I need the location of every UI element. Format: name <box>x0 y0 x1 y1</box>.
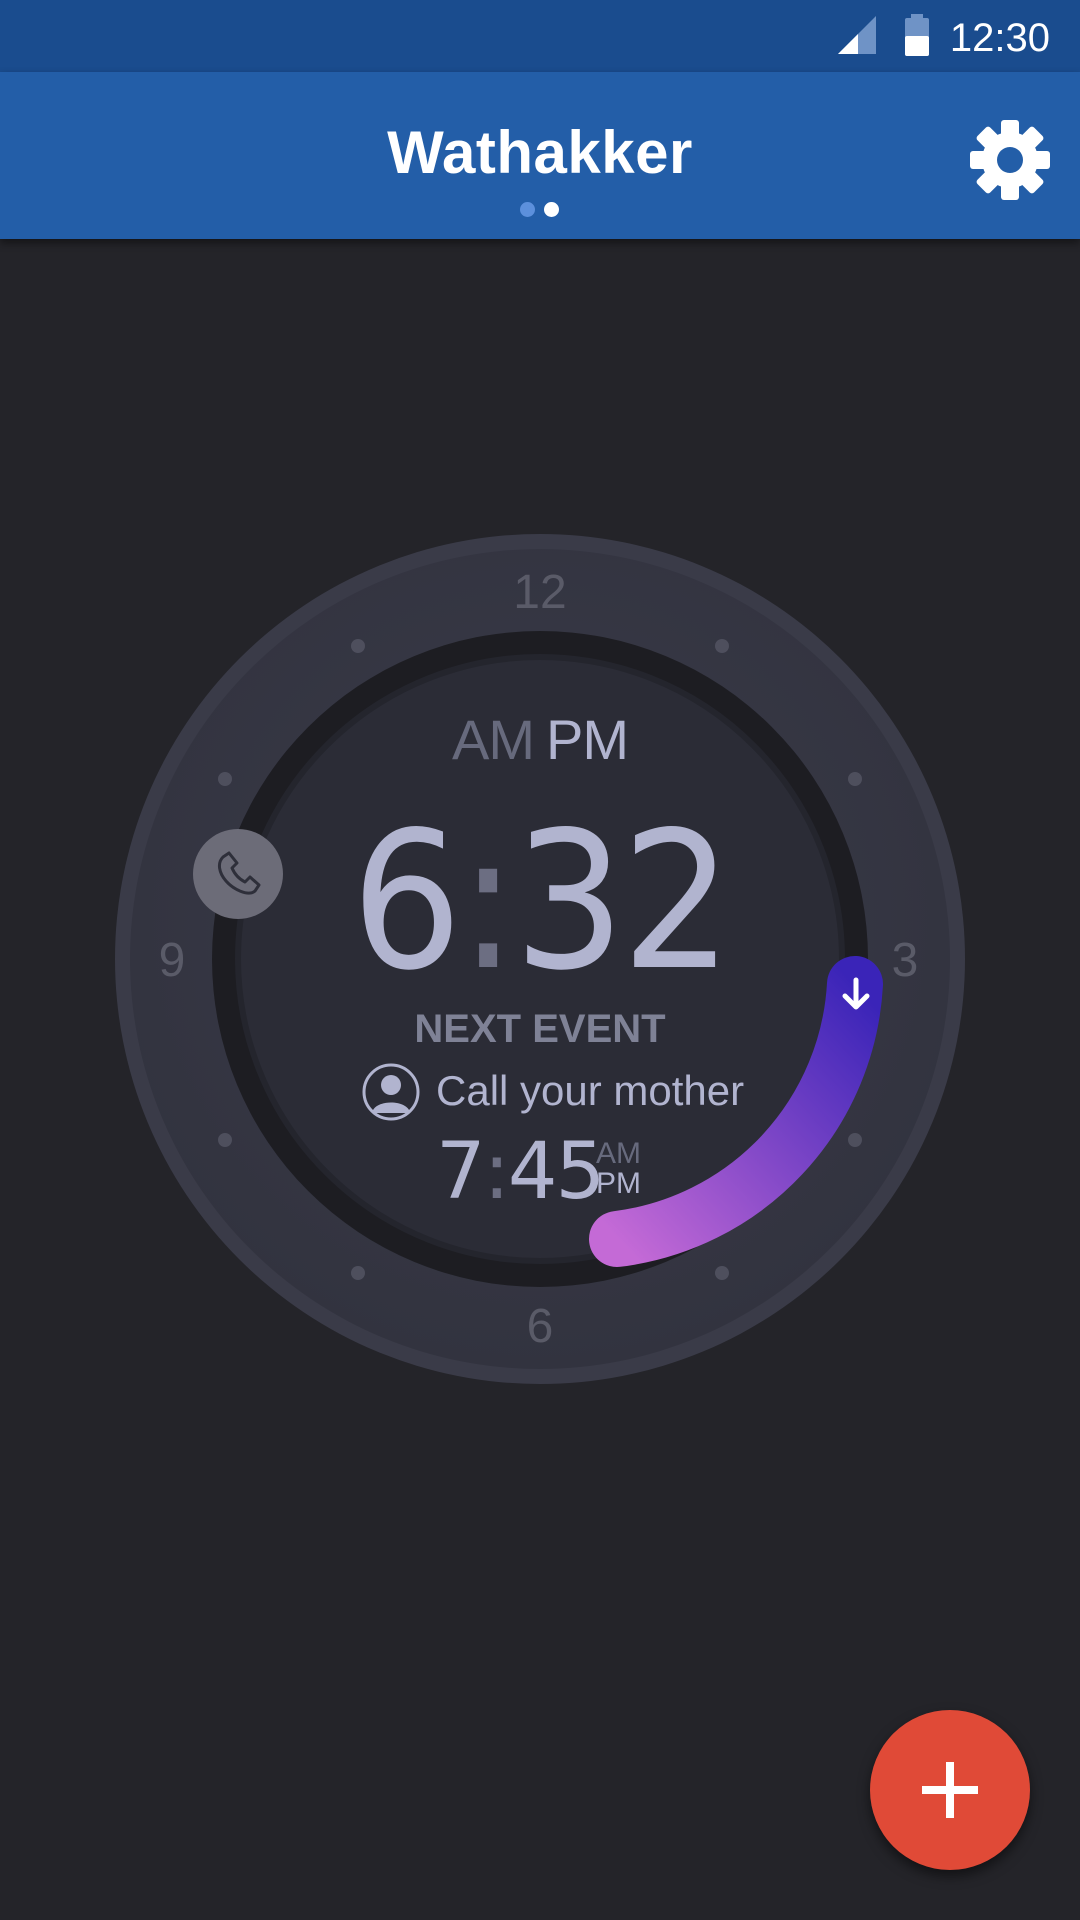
status-time: 12:30 <box>949 16 1050 60</box>
event-time-colon: : <box>483 1127 510 1217</box>
signal-icon <box>838 16 876 54</box>
battery-icon <box>905 14 929 56</box>
clock-area: 12 3 6 9 AM PM 6:32 NEXT EVENT Call your … <box>0 239 1080 1920</box>
settings-button[interactable] <box>966 116 1054 204</box>
time-colon: : <box>458 791 518 1012</box>
status-bar: 12:30 <box>0 0 1080 72</box>
add-event-button[interactable] <box>870 1710 1030 1870</box>
event-am: AM <box>596 1137 641 1170</box>
page-dot-2[interactable] <box>544 202 559 217</box>
person-avatar-icon <box>362 1063 420 1121</box>
event-title: Call your mother <box>436 1067 745 1114</box>
plus-icon <box>922 1762 978 1818</box>
hour-label-12: 12 <box>513 566 567 619</box>
phone-icon <box>217 851 261 895</box>
time-hours: 6 <box>351 791 462 1012</box>
hour-label-6: 6 <box>526 1300 554 1353</box>
app-bar: Wathakker <box>0 72 1080 239</box>
event-ampm: AM PM <box>596 1139 641 1199</box>
next-event-label: NEXT EVENT <box>414 1007 666 1051</box>
app-title: Wathakker <box>387 119 693 186</box>
event-time-minutes: 45 <box>507 1127 605 1217</box>
ampm-toggle: AM PM <box>0 707 1080 772</box>
arrow-down-icon[interactable] <box>836 974 876 1014</box>
page-dot-1[interactable] <box>520 202 535 217</box>
time-minutes: 32 <box>513 791 733 1012</box>
event-pm: PM <box>596 1167 641 1200</box>
event-time: 7:45 <box>436 1127 605 1217</box>
gear-icon <box>970 120 1050 200</box>
pm-option[interactable]: PM <box>546 708 629 771</box>
phone-button[interactable] <box>193 829 283 919</box>
page-indicator <box>520 202 564 218</box>
event-time-hours: 7 <box>436 1127 486 1217</box>
am-option[interactable]: AM <box>452 708 535 771</box>
